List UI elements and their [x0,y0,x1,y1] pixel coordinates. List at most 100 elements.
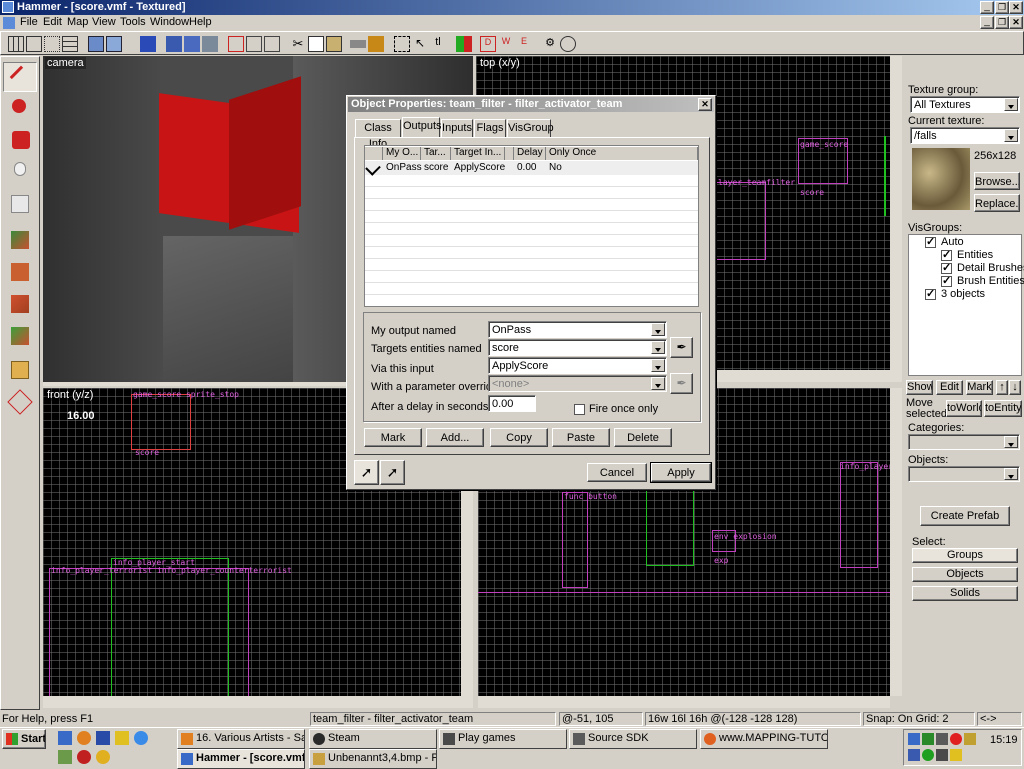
to-entity-button[interactable]: toEntity [984,400,1022,417]
menu-file[interactable]: File [20,16,38,28]
menu-window[interactable]: Window [150,16,189,28]
tab-flags[interactable]: Flags [474,119,506,137]
show-icon[interactable] [184,36,200,52]
col-header-delay[interactable]: Delay [514,147,546,160]
globe-icon[interactable] [560,36,576,52]
camera-tool-button[interactable] [3,126,37,156]
chevron-down-icon[interactable] [651,341,665,354]
maximize-button[interactable]: ❐ [995,1,1009,14]
replace-button[interactable]: Replace... [974,194,1020,212]
apply-button[interactable]: Apply [651,463,711,482]
cancel-button[interactable]: Cancel [587,463,647,482]
tab-visgroup[interactable]: VisGroup [507,119,554,137]
tab-outputs[interactable]: Outputs [402,117,442,138]
dialog-close-button[interactable]: ✕ [698,98,712,111]
mark-output-button[interactable]: Mark [364,428,422,447]
top-vscroll[interactable] [890,56,902,382]
current-texture-select[interactable]: /falls [910,127,1020,144]
cut-icon[interactable]: ✂ [290,36,306,52]
down-arrow-button[interactable]: ↓ [1009,380,1021,395]
texture-group-select[interactable]: All Textures [910,96,1020,113]
selection-tool-button[interactable] [3,62,37,92]
entity-tool-button[interactable] [3,158,37,188]
task-steam[interactable]: Steam [309,729,437,749]
tray-icon-5[interactable] [964,733,976,745]
tray-icon-1[interactable] [908,733,920,745]
chevron-down-icon[interactable] [651,359,665,372]
quicklaunch-ie-icon[interactable] [134,731,148,745]
select-arrow-icon[interactable]: ↖ [412,36,428,52]
vertex-tool-button[interactable] [3,388,37,418]
entity-split-icon[interactable] [456,36,472,52]
visgroup-objects[interactable]: 3 objects [941,288,985,300]
tray-icon-8[interactable] [936,749,948,761]
cube-alt-icon[interactable] [264,36,280,52]
texture-lock-icon[interactable] [368,36,384,52]
solids-button[interactable]: Solids [912,586,1018,601]
col-header-icon[interactable] [365,147,383,160]
minimize-button[interactable]: _ [980,1,994,14]
grid-large-icon[interactable] [62,36,78,52]
paste-output-button[interactable]: Paste [552,428,610,447]
visgroup-brush-entities[interactable]: Brush Entities [957,275,1024,287]
menu-edit[interactable]: Edit [43,16,62,28]
quicklaunch-desktop-icon[interactable] [58,731,72,745]
task-paint[interactable]: Unbenannt3,4.bmp - Paint [309,749,437,769]
categories-select[interactable] [908,434,1020,450]
delete-output-button[interactable]: Delete [614,428,672,447]
objects-select[interactable] [908,466,1020,482]
chevron-down-icon[interactable] [651,377,665,390]
grid-icon[interactable] [8,36,24,52]
carve-icon[interactable] [140,36,156,52]
col-header-input[interactable]: Target In... [451,147,505,160]
tab-class-info[interactable]: Class Info [355,119,401,150]
visgroup-entities-checkbox[interactable] [941,248,952,261]
quicklaunch-app3-icon[interactable] [77,750,91,764]
entity-report-icon[interactable]: W [498,36,514,52]
visgroup-auto[interactable]: Auto [941,236,964,248]
delay-input[interactable]: 0.00 [488,395,536,412]
target-named-select[interactable]: score [488,339,667,356]
overlay-tool-button[interactable] [3,322,37,352]
tray-icon-9[interactable] [950,749,962,761]
copy-output-button[interactable]: Copy [490,428,548,447]
grid-3d-icon[interactable] [26,36,42,52]
select-text-icon[interactable]: tl [430,36,446,52]
via-input-select[interactable]: ApplyScore [488,357,667,374]
col-header-sep[interactable] [505,147,514,160]
col-header-target[interactable]: Tar... [421,147,451,160]
show-button[interactable]: Show [906,380,933,395]
task-music-player[interactable]: 16. Various Artists - Salt-... [177,729,305,749]
browse-button[interactable]: Browse... [974,172,1020,190]
col-header-once[interactable]: Only Once [546,147,698,160]
task-browser[interactable]: www.MAPPING-TUTORIA... [700,729,828,749]
create-prefab-button[interactable]: Create Prefab [920,506,1010,526]
tray-icon-7[interactable] [922,749,934,761]
cube-red-icon[interactable] [228,36,244,52]
select-box-icon[interactable] [394,36,410,52]
quicklaunch-winamp-icon[interactable] [115,731,129,745]
magnify-tool-button[interactable] [3,94,37,124]
groups-button[interactable]: Groups [912,548,1018,563]
menu-map[interactable]: Map [67,16,88,28]
chevron-down-icon[interactable] [1004,129,1018,142]
close-button[interactable]: ✕ [1009,1,1023,14]
check-problems-icon[interactable]: E [516,36,532,52]
quicklaunch-browser-icon[interactable] [77,731,91,745]
task-play-games[interactable]: Play games [439,729,567,749]
texture-tool-button[interactable] [3,226,37,256]
visgroup-auto-checkbox[interactable] [925,235,936,248]
texture-icon[interactable] [350,40,366,48]
chevron-down-icon[interactable] [1004,98,1018,111]
task-source-sdk[interactable]: Source SDK [569,729,697,749]
decal-tool-button[interactable] [3,290,37,320]
edit-button[interactable]: Edit [936,380,963,395]
copy-icon[interactable] [308,36,324,52]
quicklaunch-app4-icon[interactable] [96,750,110,764]
mark-button[interactable]: Mark [966,380,993,395]
visgroup-icon[interactable] [202,36,218,52]
param-eyedropper-button[interactable]: ✒ [670,373,693,394]
chevron-down-icon[interactable] [1004,436,1018,448]
up-arrow-button[interactable]: ↑ [996,380,1008,395]
param-override-select[interactable]: <none> [488,375,667,392]
